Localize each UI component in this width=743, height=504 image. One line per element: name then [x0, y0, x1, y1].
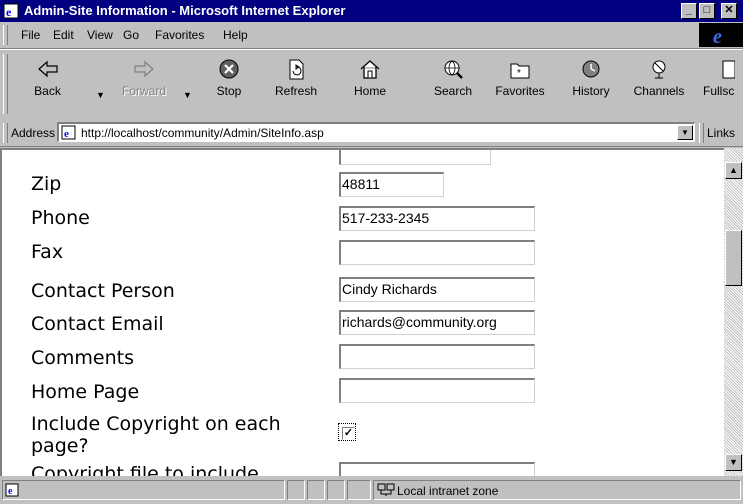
- ie-logo-icon: e: [699, 23, 743, 48]
- home-page-field[interactable]: [339, 378, 535, 403]
- minimize-button[interactable]: _: [681, 3, 697, 19]
- ie-page-icon: e: [3, 3, 19, 19]
- comments-label: Comments: [31, 347, 134, 369]
- menu-view[interactable]: View: [87, 28, 113, 42]
- phone-field[interactable]: 517-233-2345: [339, 206, 535, 231]
- address-url: http://localhost/community/Admin/SiteInf…: [81, 126, 324, 140]
- svg-text:e: e: [6, 5, 12, 19]
- refresh-button[interactable]: Refresh: [270, 54, 322, 114]
- menu-favorites[interactable]: Favorites: [155, 28, 204, 42]
- channels-satellite-icon: [652, 60, 666, 79]
- history-icon: [582, 60, 600, 78]
- status-panel-4: [327, 480, 345, 500]
- back-arrow-icon: [37, 60, 58, 78]
- status-main-panel: e: [2, 480, 285, 500]
- status-bar: e Local intranet zone: [0, 477, 743, 504]
- window-title: Admin-Site Information - Microsoft Inter…: [24, 3, 346, 18]
- zone-text: Local intranet zone: [397, 484, 499, 498]
- zip-field[interactable]: 48811: [339, 172, 444, 197]
- fax-label: Fax: [31, 241, 64, 263]
- svg-text:*: *: [517, 68, 521, 79]
- zip-label: Zip: [31, 173, 62, 195]
- copyright-file-field[interactable]: [339, 462, 535, 476]
- status-panel-2: [287, 480, 305, 500]
- back-label: Back: [34, 84, 61, 98]
- status-page-icon: e: [5, 483, 19, 497]
- channels-label: Channels: [633, 84, 685, 98]
- stop-icon: [219, 59, 239, 79]
- page-icon: e: [61, 125, 76, 140]
- forward-button[interactable]: Forward: [113, 54, 175, 114]
- links-button[interactable]: Links: [707, 126, 735, 140]
- scroll-thumb[interactable]: [725, 230, 742, 286]
- contact-person-label: Contact Person: [31, 280, 175, 302]
- home-button[interactable]: Home: [346, 54, 394, 114]
- close-button[interactable]: ✕: [721, 3, 737, 19]
- maximize-button[interactable]: □: [699, 3, 715, 19]
- back-button[interactable]: Back: [20, 54, 75, 114]
- vertical-scrollbar[interactable]: ▲ ▼: [724, 148, 743, 476]
- comments-field[interactable]: [339, 344, 535, 369]
- back-dropdown-icon[interactable]: ▼: [96, 90, 105, 100]
- copyright-file-label: Copyright file to include: [31, 463, 259, 476]
- forward-label: Forward: [121, 84, 166, 98]
- home-icon: [360, 60, 380, 79]
- svg-text:e: e: [64, 128, 69, 140]
- phone-label: Phone: [31, 207, 90, 229]
- menu-bar: File Edit View Go Favorites Help e: [0, 22, 743, 49]
- links-grip[interactable]: [699, 123, 704, 143]
- fullscreen-label: Fullsc: [703, 84, 735, 98]
- history-button[interactable]: History: [563, 54, 619, 114]
- address-bar: Address e http://localhost/community/Adm…: [0, 120, 743, 147]
- city-field-partial[interactable]: [339, 150, 491, 165]
- address-label: Address: [11, 126, 56, 140]
- standard-toolbar: Back ▼ Forward ▼ Stop Refresh Home Searc…: [0, 49, 743, 121]
- favorites-label: Favorites: [495, 84, 545, 98]
- refresh-icon: [289, 59, 304, 80]
- title-bar: e Admin-Site Information - Microsoft Int…: [0, 0, 743, 22]
- home-label: Home: [353, 84, 386, 98]
- fullscreen-icon: [722, 60, 735, 79]
- refresh-label: Refresh: [274, 84, 318, 98]
- status-panel-3: [307, 480, 325, 500]
- search-button[interactable]: Search: [425, 54, 481, 114]
- copyright-label-line1: Include Copyright on each: [31, 413, 281, 435]
- fullscreen-button[interactable]: Fullsc: [703, 54, 743, 114]
- history-label: History: [572, 84, 610, 98]
- contact-email-label: Contact Email: [31, 313, 164, 335]
- scroll-down-icon[interactable]: ▼: [725, 454, 742, 471]
- menu-file[interactable]: File: [21, 28, 40, 42]
- toolbar-grip[interactable]: [3, 54, 8, 114]
- intranet-zone-icon: [377, 483, 395, 496]
- contact-email-field[interactable]: richards@community.org: [339, 310, 535, 335]
- menubar-grip[interactable]: [3, 25, 8, 45]
- search-label: Search: [433, 84, 473, 98]
- contact-person-field[interactable]: Cindy Richards: [339, 277, 535, 302]
- copyright-checkbox-focus[interactable]: ✓: [338, 423, 356, 441]
- stop-label: Stop: [216, 84, 242, 98]
- scroll-up-icon[interactable]: ▲: [725, 162, 742, 179]
- search-globe-icon: [444, 60, 463, 79]
- page-content: Zip 48811 Phone 517-233-2345 Fax Contact…: [0, 148, 724, 476]
- addressbar-grip[interactable]: [3, 123, 8, 143]
- home-page-label: Home Page: [31, 381, 140, 403]
- forward-arrow-icon: [134, 60, 154, 78]
- copyright-label-line2: page?: [31, 435, 89, 457]
- favorites-folder-icon: *: [510, 63, 530, 79]
- svg-text:e: e: [713, 26, 722, 47]
- svg-text:e: e: [8, 486, 13, 497]
- fax-field[interactable]: [339, 240, 535, 265]
- address-input[interactable]: e http://localhost/community/Admin/SiteI…: [57, 122, 695, 142]
- menu-edit[interactable]: Edit: [53, 28, 74, 42]
- copyright-checkbox[interactable]: ✓: [342, 427, 355, 440]
- address-dropdown-icon[interactable]: ▼: [677, 125, 693, 140]
- status-zone-panel: Local intranet zone: [373, 480, 741, 500]
- channels-button[interactable]: Channels: [627, 54, 691, 114]
- menu-go[interactable]: Go: [123, 28, 139, 42]
- stop-button[interactable]: Stop: [207, 54, 251, 114]
- status-panel-5: [347, 480, 371, 500]
- forward-dropdown-icon[interactable]: ▼: [183, 90, 192, 100]
- menu-help[interactable]: Help: [223, 28, 248, 42]
- favorites-button[interactable]: * Favorites: [487, 54, 553, 114]
